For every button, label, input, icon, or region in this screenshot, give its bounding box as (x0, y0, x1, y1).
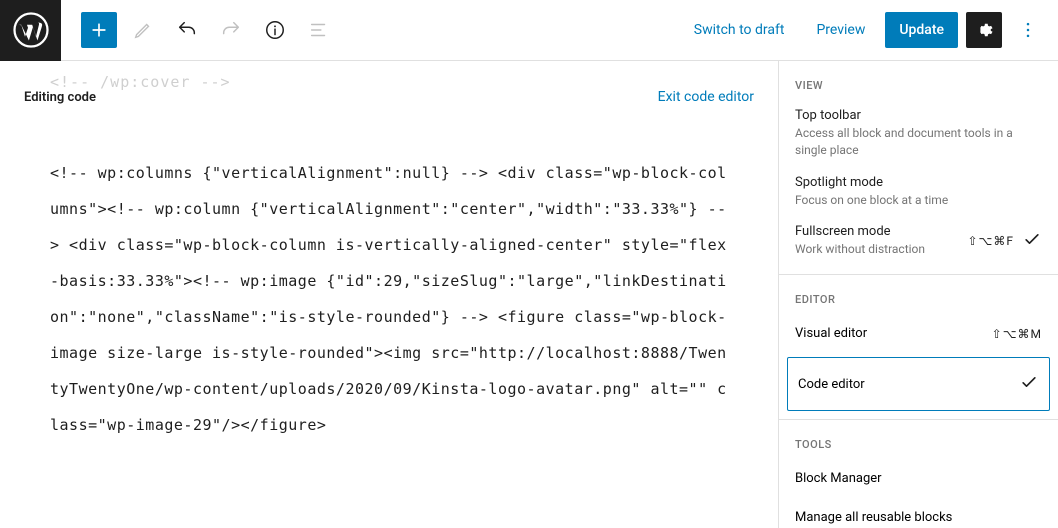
exit-code-editor-link[interactable]: Exit code editor (658, 89, 754, 105)
check-icon (1022, 229, 1042, 253)
switch-draft-button[interactable]: Switch to draft (682, 14, 797, 46)
shortcut-label: ⇧⌥⌘F (967, 234, 1014, 248)
visual-editor-option[interactable]: Visual editor ⇧⌥⌘M (779, 314, 1058, 353)
option-label: Visual editor (795, 326, 867, 341)
more-options-button[interactable] (1010, 12, 1046, 48)
editing-code-label: Editing code (24, 90, 96, 105)
settings-button[interactable] (966, 12, 1002, 48)
block-manager-option[interactable]: Block Manager (779, 459, 1058, 498)
option-label: Code editor (798, 377, 865, 392)
fullscreen-mode-option[interactable]: Fullscreen mode Work without distraction… (779, 216, 1058, 266)
code-textarea[interactable]: <!-- wp:columns {"verticalAlignment":nul… (0, 105, 778, 443)
editor-area: <!-- /wp:cover --> Editing code Exit cod… (0, 61, 778, 528)
tools-section-header: TOOLS (779, 420, 1058, 459)
undo-button[interactable] (169, 12, 205, 48)
faded-code-line: <!-- /wp:cover --> (50, 73, 231, 91)
top-toolbar: Switch to draft Preview Update (0, 0, 1058, 61)
menu-title: Top toolbar (795, 108, 861, 123)
outline-button (301, 12, 337, 48)
update-button[interactable]: Update (885, 12, 958, 48)
toolbar-left (61, 12, 337, 48)
shortcut-label: ⇧⌥⌘M (992, 327, 1042, 341)
top-toolbar-option[interactable]: Top toolbar Access all block and documen… (779, 100, 1058, 167)
reusable-blocks-option[interactable]: Manage all reusable blocks (779, 498, 1058, 528)
edit-icon (125, 12, 161, 48)
menu-desc: Work without distraction (795, 241, 967, 258)
menu-title: Spotlight mode (795, 175, 883, 190)
options-sidebar: VIEW Top toolbar Access all block and do… (778, 61, 1058, 528)
add-block-button[interactable] (81, 12, 117, 48)
info-button[interactable] (257, 12, 293, 48)
preview-button[interactable]: Preview (804, 14, 877, 46)
check-icon (1019, 372, 1039, 396)
menu-title: Fullscreen mode (795, 224, 891, 239)
toolbar-right: Switch to draft Preview Update (682, 12, 1046, 48)
view-section-header: VIEW (779, 61, 1058, 100)
redo-button (213, 12, 249, 48)
menu-desc: Focus on one block at a time (795, 192, 1042, 209)
spotlight-mode-option[interactable]: Spotlight mode Focus on one block at a t… (779, 167, 1058, 217)
editor-section-header: EDITOR (779, 275, 1058, 314)
code-editor-option[interactable]: Code editor (787, 357, 1050, 411)
wp-logo[interactable] (0, 0, 61, 61)
body-wrap: <!-- /wp:cover --> Editing code Exit cod… (0, 61, 1058, 528)
menu-desc: Access all block and document tools in a… (795, 125, 1042, 159)
